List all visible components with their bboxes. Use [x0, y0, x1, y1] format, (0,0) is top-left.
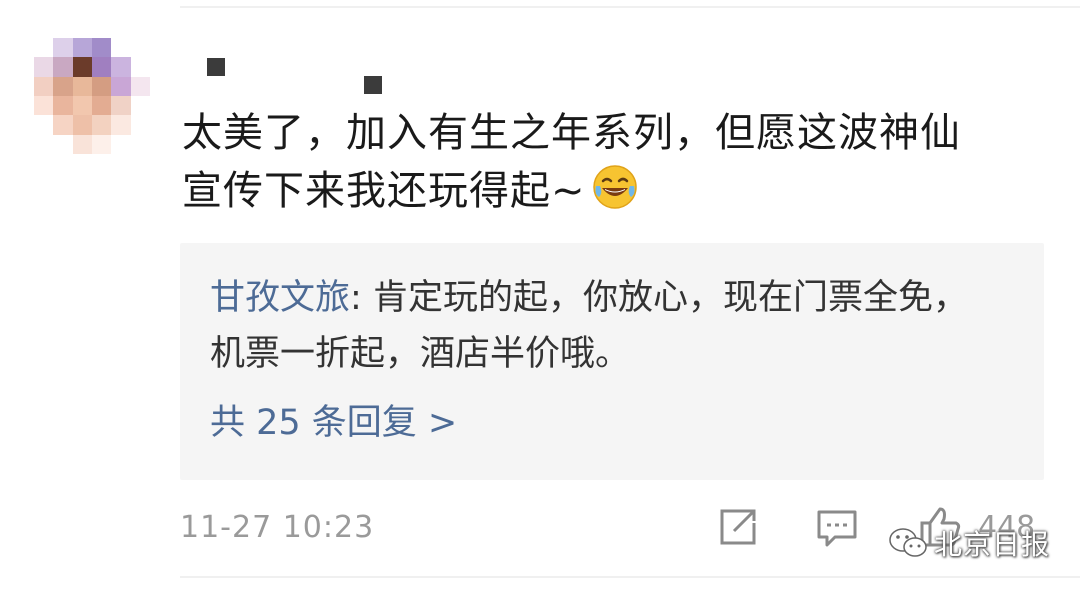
comment-timestamp: 11-27 10:23 [180, 510, 375, 545]
avatar-pixel [92, 57, 112, 77]
avatar-pixel [53, 115, 73, 135]
avatar-pixel [111, 96, 131, 116]
avatar-pixel [130, 38, 150, 58]
avatar-pixel [130, 115, 150, 135]
top-divider [180, 6, 1080, 8]
avatar-pixel [34, 38, 54, 58]
avatar-pixel [111, 76, 131, 96]
avatar-pixel [72, 96, 92, 116]
username-redacted[interactable] [207, 58, 387, 98]
avatar-pixel [92, 38, 112, 58]
avatar-pixel [34, 96, 54, 116]
avatar-pixel [130, 134, 150, 154]
comment-line-2-text: 宣传下来我还玩得起~ [182, 168, 586, 214]
publisher-watermark: 北京日报 [888, 523, 1050, 563]
avatar-pixel [72, 76, 92, 96]
reply-author-link[interactable]: 甘孜文旅 [210, 278, 350, 318]
avatar-pixel [72, 38, 92, 58]
avatar-pixel [53, 38, 73, 58]
avatar-pixel [34, 134, 54, 154]
avatar-pixel [72, 115, 92, 135]
watermark-text: 北京日报 [934, 528, 1051, 561]
comment-text: 太美了，加入有生之年系列，但愿这波神仙 宣传下来我还玩得起~ [182, 104, 1042, 226]
wechat-icon [889, 528, 927, 557]
avatar-pixel [111, 115, 131, 135]
avatar-pixel [53, 96, 73, 116]
laughing-with-tears-emoji-icon [592, 164, 638, 226]
avatar-pixel [34, 76, 54, 96]
avatar-pixel [111, 38, 131, 58]
reply-preview-box[interactable]: 甘孜文旅: 肯定玩的起，你放心，现在门票全免，机票一折起，酒店半价哦。 共 25… [180, 243, 1044, 480]
redaction-block [207, 58, 225, 76]
view-all-replies-link[interactable]: 共 25 条回复 > [210, 403, 457, 443]
comment-line-2: 宣传下来我还玩得起~ [182, 162, 1042, 226]
avatar-pixel [92, 96, 112, 116]
avatar-pixel [130, 57, 150, 77]
share-button[interactable] [718, 507, 760, 547]
comment-icon [817, 510, 857, 547]
avatar-pixel [34, 57, 54, 77]
bottom-divider [180, 576, 1080, 578]
avatar-pixel [53, 134, 73, 154]
redaction-block [364, 76, 382, 94]
avatar-pixel [92, 134, 112, 154]
avatar-pixel [111, 57, 131, 77]
share-icon [720, 509, 756, 545]
avatar-pixel [53, 57, 73, 77]
reply-separator: : [350, 278, 373, 318]
avatar-pixel [72, 134, 92, 154]
reply-preview-text: 甘孜文旅: 肯定玩的起，你放心，现在门票全免，机票一折起，酒店半价哦。 [210, 270, 1000, 382]
comment-button[interactable] [815, 507, 859, 549]
avatar-pixel [34, 115, 54, 135]
avatar-pixel [130, 76, 150, 96]
avatar-pixel [130, 96, 150, 116]
avatar-pixel [92, 76, 112, 96]
avatar[interactable] [34, 38, 150, 154]
comment-line-1: 太美了，加入有生之年系列，但愿这波神仙 [182, 110, 961, 156]
avatar-pixel [111, 134, 131, 154]
avatar-pixel [92, 115, 112, 135]
avatar-pixel [72, 57, 92, 77]
avatar-pixel [53, 76, 73, 96]
